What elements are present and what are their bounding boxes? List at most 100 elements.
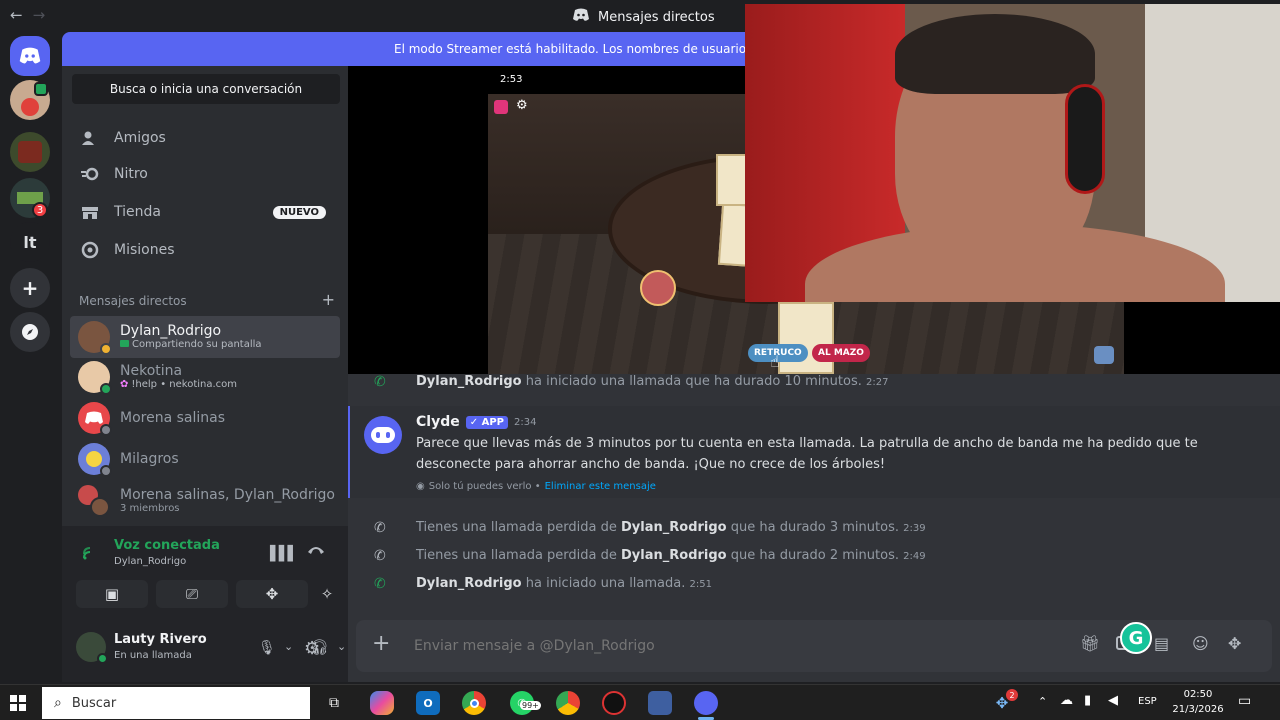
nav-nitro[interactable]: Nitro [70, 156, 340, 192]
banner-text: El modo Streamer está habilitado. Los no… [394, 42, 771, 56]
discord-taskbar-icon[interactable] [694, 691, 718, 715]
al-mazo-button[interactable]: AL MAZO [812, 344, 870, 362]
group-avatar [78, 485, 110, 517]
exit-button[interactable] [494, 100, 508, 114]
activities-icon: ✥ [265, 585, 279, 603]
author-name[interactable]: Clyde [416, 414, 460, 430]
volume-icon[interactable]: ◀ [1108, 693, 1118, 708]
screen-share-button[interactable]: ⎚ [156, 580, 228, 608]
chevron-down-icon[interactable]: ⌄ [337, 640, 346, 653]
dm-name: Dylan_Rodrigo [120, 323, 222, 339]
avatar [78, 321, 112, 355]
gift-icon[interactable]: 🎁︎ [1080, 634, 1100, 653]
search-icon: ⌕ [54, 695, 62, 711]
dm-icon [572, 8, 590, 26]
call-user[interactable]: Dylan_Rodrigo [621, 520, 727, 535]
nav-friends[interactable]: Amigos [70, 120, 340, 156]
outlook-icon[interactable]: O [416, 691, 440, 715]
grammarly-icon[interactable]: G [1120, 622, 1152, 654]
dm-section-header: Mensajes directos + [79, 292, 335, 309]
back-arrow-icon[interactable]: ← [10, 6, 23, 24]
settings-gear-icon[interactable]: ⚙ [304, 638, 320, 659]
battery-icon[interactable]: ▮ [1084, 693, 1091, 708]
camera-off-button[interactable]: ▣ [76, 580, 148, 608]
call-text: ha iniciado una llamada. [525, 576, 686, 591]
status-indicator [100, 383, 112, 395]
delete-message-link[interactable]: Eliminar este mensaje [545, 481, 656, 492]
person-hair [895, 14, 1095, 94]
attach-plus-icon[interactable]: + [372, 632, 390, 656]
network-icon[interactable]: ☁ [1060, 693, 1073, 708]
game-settings-icon[interactable]: ⚙ [516, 98, 528, 113]
noise-suppression-icon[interactable]: ▌▌▌ [270, 546, 298, 562]
call-user[interactable]: Dylan_Rodrigo [621, 548, 727, 563]
disconnect-icon[interactable] [306, 542, 326, 560]
call-user[interactable]: Dylan_Rodrigo [416, 576, 522, 591]
nav-nitro-label: Nitro [114, 166, 148, 182]
add-server-button[interactable]: + [10, 268, 50, 308]
sticker-icon[interactable]: ▤ [1154, 634, 1169, 653]
copilot-icon[interactable] [370, 691, 394, 715]
microphone-icon[interactable]: 🎙︎ [258, 640, 276, 656]
signal-icon [82, 544, 98, 564]
clock-date: 21/3/2026 [1172, 704, 1224, 715]
chevron-down-icon[interactable]: ⌄ [284, 640, 293, 653]
tray-chevron-up-icon[interactable]: ⌃ [1038, 695, 1047, 708]
group-dm-item[interactable]: Morena salinas, Dylan_Rodrigo 3 miembros [70, 480, 340, 522]
voice-channel: Dylan_Rodrigo [114, 556, 187, 567]
emoji-icon[interactable]: ☺ [1192, 634, 1209, 653]
start-button[interactable] [10, 695, 26, 711]
missed-duration: que ha durado 2 minutos. [730, 548, 899, 563]
discover-button[interactable] [10, 312, 50, 352]
user-status: En una llamada [114, 650, 192, 661]
taskbar-search[interactable]: ⌕ Buscar [42, 687, 310, 719]
dm-sidebar: Busca o inicia una conversación Amigos N… [62, 66, 348, 682]
chrome-profile-icon[interactable] [556, 691, 580, 715]
clock[interactable]: 02:50 21/3/2026 [1170, 687, 1226, 717]
call-icon: ✆ [374, 374, 386, 390]
missed-text: Tienes una llamada perdida de [416, 548, 617, 563]
chat-bubble-icon[interactable] [1094, 346, 1114, 364]
add-dm-icon[interactable]: + [322, 292, 335, 308]
headset [1065, 84, 1105, 194]
new-badge: NUEVO [272, 205, 326, 219]
missed-call-message: Tienes una llamada perdida de Dylan_Rodr… [416, 520, 926, 535]
soundboard-button[interactable]: ✧ [316, 580, 338, 608]
dm-item[interactable]: Dylan_Rodrigo Compartiendo su pantalla [70, 316, 340, 358]
dm-item[interactable]: Nekotina ✿ !help • nekotina.com [70, 356, 340, 398]
task-view-icon[interactable]: ⧉ [322, 691, 346, 715]
apps-icon[interactable]: ✥ [1228, 634, 1241, 653]
dm-subtext: 3 miembros [120, 503, 180, 514]
status-indicator [100, 424, 112, 436]
user-avatar[interactable] [76, 632, 108, 664]
clock-time: 02:50 [1183, 689, 1213, 700]
server-icon[interactable] [10, 132, 50, 172]
missed-call-icon: ✆ [374, 548, 386, 564]
server-lt[interactable]: lt [10, 222, 50, 262]
language-indicator[interactable]: ESP [1138, 696, 1157, 707]
dm-status-text: Compartiendo su pantalla [132, 339, 262, 350]
dm-item[interactable]: Morena salinas [70, 397, 340, 439]
message-input[interactable] [414, 634, 974, 658]
forward-arrow-icon[interactable]: → [33, 6, 46, 24]
activities-button[interactable]: ✥ [236, 580, 308, 608]
find-conversation-button[interactable]: Busca o inicia una conversación [72, 74, 340, 104]
home-button[interactable] [10, 36, 50, 76]
dm-subtext: Compartiendo su pantalla [120, 339, 262, 351]
chrome-icon[interactable] [462, 691, 486, 715]
nav-shop[interactable]: Tienda NUEVO [70, 194, 340, 230]
call-user[interactable]: Dylan_Rodrigo [416, 374, 522, 389]
app-tag: ✓ APP [465, 415, 508, 429]
nav-quests[interactable]: Misiones [70, 232, 340, 268]
notifications-icon[interactable]: ▭ [1238, 693, 1251, 709]
dm-item[interactable]: Milagros [70, 438, 340, 480]
message-line: Parece que llevas más de 3 minutos por t… [416, 436, 1198, 451]
status-indicator [100, 465, 112, 477]
only-you-text: Solo tú puedes verlo • [428, 481, 541, 492]
game-app-icon[interactable] [648, 691, 672, 715]
app-icon[interactable] [602, 691, 626, 715]
status-indicator [100, 343, 112, 355]
shop-icon [80, 202, 100, 222]
call-start-message: Dylan_Rodrigo ha iniciado una llamada. 2… [416, 576, 712, 591]
mouse-cursor-icon: ☝ [770, 352, 780, 371]
